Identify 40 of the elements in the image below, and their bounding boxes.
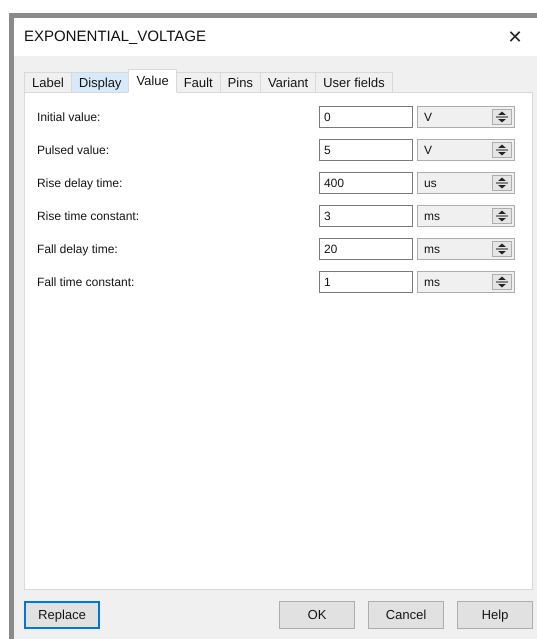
tab[interactable]: User fields (315, 72, 393, 93)
field-label: Fall delay time: (37, 241, 119, 258)
spin-arrows-icon[interactable] (492, 241, 512, 257)
spin-arrows-icon[interactable] (492, 208, 512, 224)
unit-label: us (424, 175, 437, 192)
unit-label: ms (424, 241, 440, 258)
tab[interactable]: Value (128, 69, 177, 93)
unit-spinner[interactable]: ms (417, 238, 515, 260)
unit-spinner[interactable]: V (417, 106, 515, 128)
unit-label: V (424, 142, 432, 159)
unit-label: V (424, 109, 432, 126)
spin-arrows-icon[interactable] (492, 274, 512, 290)
window-title: EXPONENTIAL_VOLTAGE (24, 26, 206, 47)
field-label: Rise delay time: (37, 175, 124, 192)
value-field[interactable]: 1 (319, 271, 413, 293)
spin-arrows-icon[interactable] (492, 109, 512, 125)
dialog-button[interactable]: Help (457, 601, 533, 629)
dialog-button[interactable]: OK (279, 601, 355, 629)
tab[interactable]: Label (24, 72, 72, 93)
value-field[interactable]: 5 (319, 139, 413, 161)
dialog-button[interactable]: Replace (24, 601, 100, 629)
field-label: Rise time constant: (37, 208, 140, 225)
spin-arrows-icon[interactable] (492, 175, 512, 191)
unit-label: ms (424, 274, 440, 291)
unit-spinner[interactable]: us (417, 172, 515, 194)
unit-spinner[interactable]: ms (417, 205, 515, 227)
value-field[interactable]: 3 (319, 205, 413, 227)
spin-arrows-icon[interactable] (492, 142, 512, 158)
value-field[interactable]: 0 (319, 106, 413, 128)
unit-spinner[interactable]: V (417, 139, 515, 161)
close-button[interactable]: ✕ (503, 24, 527, 50)
tab[interactable]: Display (70, 72, 130, 93)
field-label: Initial value: (37, 109, 102, 126)
value-field[interactable]: 20 (319, 238, 413, 260)
field-label: Fall time constant: (37, 274, 136, 291)
dialog-button[interactable]: Cancel (368, 601, 444, 629)
unit-label: ms (424, 208, 440, 225)
unit-spinner[interactable]: ms (417, 271, 515, 293)
value-field[interactable]: 400 (319, 172, 413, 194)
field-label: Pulsed value: (37, 142, 110, 159)
